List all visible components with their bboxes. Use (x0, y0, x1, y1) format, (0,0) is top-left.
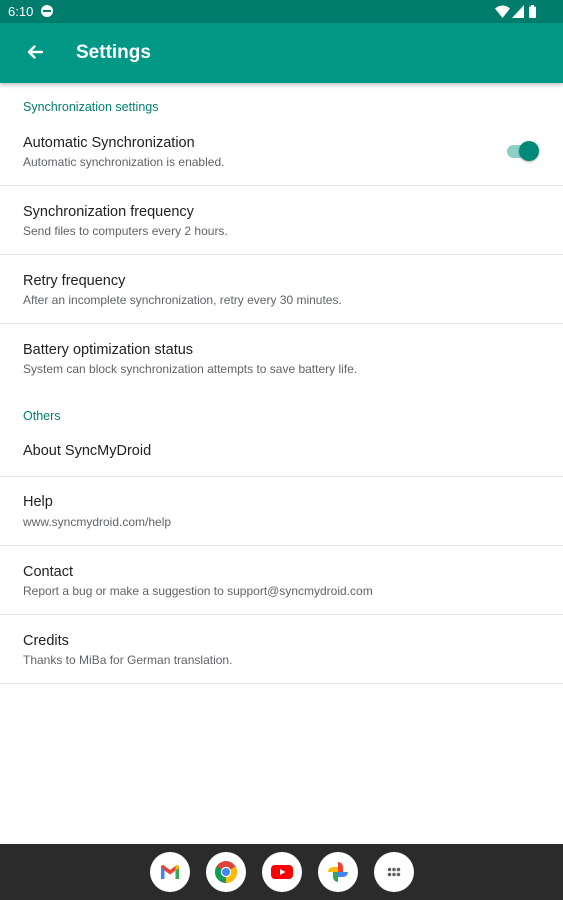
pref-about[interactable]: About SyncMyDroid (0, 428, 563, 477)
pref-help[interactable]: Help www.syncmydroid.com/help (0, 477, 563, 546)
section-header-others: Others (23, 409, 61, 423)
arrow-back-icon (27, 45, 44, 59)
pref-retry-frequency[interactable]: Retry frequency After an incomplete sync… (0, 255, 563, 324)
pref-title: Help (23, 494, 53, 510)
auto-sync-toggle[interactable] (505, 139, 539, 163)
status-bar: 6:10 (0, 0, 563, 23)
chrome-glyph (215, 861, 237, 883)
wifi-icon (495, 5, 510, 18)
chrome-icon[interactable] (206, 852, 246, 892)
pref-title: Contact (23, 564, 73, 580)
app-bar: Settings (0, 23, 563, 83)
gmail-glyph (161, 864, 179, 879)
pref-synchronization-frequency[interactable]: Synchronization frequency Send files to … (0, 186, 563, 255)
battery-icon (529, 5, 536, 18)
signal-icon (512, 5, 524, 18)
pref-title: Retry frequency (23, 273, 126, 289)
pref-credits[interactable]: Credits Thanks to MiBa for German transl… (0, 615, 563, 684)
pref-summary: Automatic synchronization is enabled. (23, 155, 225, 169)
navigation-bar (0, 844, 563, 900)
pref-summary: Thanks to MiBa for German translation. (23, 653, 233, 667)
pref-title: Credits (23, 633, 69, 649)
status-time: 6:10 (8, 4, 34, 19)
section-header-synchronization: Synchronization settings (23, 100, 159, 114)
pref-summary: www.syncmydroid.com/help (23, 515, 172, 529)
gmail-icon[interactable] (150, 852, 190, 892)
pref-title: Battery optimization status (23, 342, 194, 358)
youtube-icon[interactable] (262, 852, 302, 892)
app-drawer-glyph (387, 867, 401, 877)
pref-contact[interactable]: Contact Report a bug or make a suggestio… (0, 546, 563, 615)
pref-title: Automatic Synchronization (23, 135, 195, 151)
dnd-icon (41, 5, 53, 17)
pref-summary: Report a bug or make a suggestion to sup… (23, 584, 373, 598)
back-button[interactable] (20, 37, 50, 67)
page-title: Settings (76, 42, 151, 63)
toggle-thumb (519, 141, 539, 161)
status-icons (495, 5, 539, 19)
photos-glyph (328, 862, 348, 882)
pref-summary: After an incomplete synchronization, ret… (23, 293, 342, 307)
pref-title: About SyncMyDroid (23, 443, 152, 459)
pref-battery-optimization[interactable]: Battery optimization status System can b… (0, 324, 563, 387)
youtube-glyph (271, 865, 293, 879)
pref-summary: System can block synchronization attempt… (23, 362, 358, 376)
photos-icon[interactable] (318, 852, 358, 892)
pref-title: Synchronization frequency (23, 204, 194, 220)
pref-automatic-synchronization[interactable]: Automatic Synchronization Automatic sync… (0, 117, 563, 186)
pref-summary: Send files to computers every 2 hours. (23, 224, 228, 238)
app-drawer-icon[interactable] (374, 852, 414, 892)
